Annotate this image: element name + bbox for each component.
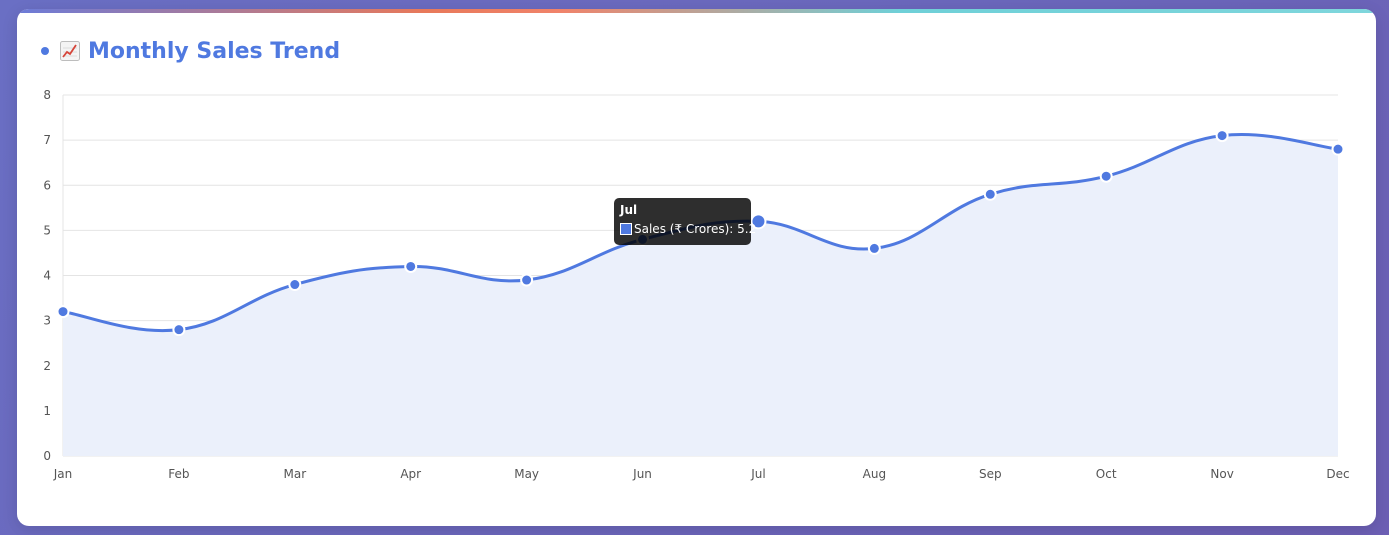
- y-tick-label-4: 4: [43, 269, 51, 283]
- series-area-sales: [63, 134, 1338, 457]
- data-point-apr: [404, 259, 418, 273]
- data-point-mar: [288, 278, 302, 292]
- tooltip-row: Sales (₹ Crores): 5.2: [620, 222, 756, 236]
- line-chart: 0 1 2 3 4 5 6 7 8 Jan Feb Mar Apr May Jun Jul Aug Sep Oct N…: [43, 88, 1349, 481]
- data-point-feb: [172, 323, 186, 337]
- tooltip-title: Jul: [620, 203, 638, 217]
- x-tick-label-dec: Dec: [1326, 467, 1349, 481]
- data-point-sep: [983, 187, 997, 201]
- x-tick-label-mar: Mar: [283, 467, 306, 481]
- data-point-may: [520, 273, 534, 287]
- y-tick-label-0: 0: [43, 449, 51, 463]
- x-tick-label-nov: Nov: [1210, 467, 1233, 481]
- x-tick-label-apr: Apr: [400, 467, 421, 481]
- y-tick-label-6: 6: [43, 178, 51, 192]
- y-tick-label-8: 8: [43, 88, 51, 102]
- x-tick-label-aug: Aug: [863, 467, 886, 481]
- data-point-dec: [1331, 142, 1345, 156]
- x-tick-label-feb: Feb: [168, 467, 189, 481]
- x-tick-label-jul: Jul: [750, 467, 765, 481]
- y-tick-label-3: 3: [43, 314, 51, 328]
- data-point-aug: [867, 241, 881, 255]
- x-tick-label-jan: Jan: [53, 467, 73, 481]
- x-tick-label-sep: Sep: [979, 467, 1002, 481]
- y-tick-label-2: 2: [43, 359, 51, 373]
- x-tick-label-jun: Jun: [632, 467, 652, 481]
- tooltip-swatch: [620, 223, 632, 235]
- data-point-nov: [1215, 129, 1229, 143]
- y-tick-label-7: 7: [43, 133, 51, 147]
- tooltip-label: Sales (₹ Crores): 5.2: [634, 222, 757, 236]
- data-tooltip: Jul Sales (₹ Crores): 5.2: [614, 198, 756, 245]
- x-tick-label-oct: Oct: [1096, 467, 1117, 481]
- data-point-jan: [56, 305, 70, 319]
- y-tick-label-1: 1: [43, 404, 51, 418]
- y-tick-label-5: 5: [43, 223, 51, 237]
- data-point-oct: [1099, 169, 1113, 183]
- x-tick-label-may: May: [514, 467, 539, 481]
